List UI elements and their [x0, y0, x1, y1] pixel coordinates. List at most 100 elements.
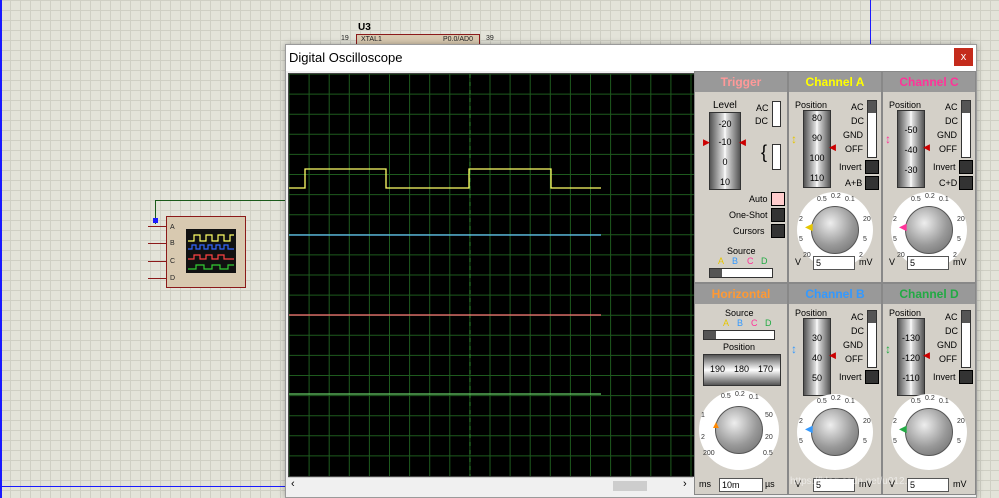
channel-a-combine-label: A+B	[845, 178, 863, 188]
scroll-right-arrow-icon[interactable]: ›	[683, 478, 687, 490]
horizontal-title: Horizontal	[695, 284, 787, 304]
channel-a-invert-button[interactable]	[865, 160, 879, 174]
channel-d-position-drum[interactable]: -130 -120 -110	[897, 318, 925, 396]
channel-d-invert-button[interactable]	[959, 370, 973, 384]
channel-b-dc-label: DC	[851, 326, 864, 336]
channel-c-combine-label: C+D	[939, 178, 958, 188]
channel-c-gnd-label: GND	[937, 130, 957, 140]
trigger-edge-switch[interactable]	[772, 144, 781, 170]
channel-b-position-drum[interactable]: 30 40 50	[803, 318, 831, 396]
oscilloscope-window[interactable]: Digital Oscilloscope x ‹ › Trigger Level…	[285, 44, 977, 498]
channel-c-value-field[interactable]: 5	[907, 256, 949, 270]
channel-c-knob-pointer-icon: ◀	[899, 222, 907, 233]
cursors-label: Cursors	[733, 226, 765, 236]
wire-to-scope	[155, 200, 285, 201]
channel-b-section: Channel B Position 30 40 50 ↕ ◀ AC DC GN…	[788, 283, 882, 495]
scope-pin-line-b	[148, 243, 166, 244]
auto-button[interactable]	[771, 192, 785, 206]
channel-b-coupling-switch[interactable]	[867, 310, 877, 368]
title-bar[interactable]: Digital Oscilloscope x	[286, 45, 976, 71]
horizontal-source-c: C	[751, 318, 758, 328]
scope-component-screen-icon	[186, 229, 236, 273]
channel-d-volts-knob[interactable]	[905, 408, 953, 456]
trigger-source-slider[interactable]	[709, 268, 773, 278]
trigger-acdc-switch[interactable]	[772, 101, 781, 127]
channel-a-position-label: Position	[795, 100, 828, 110]
channel-d-gnd-label: GND	[937, 340, 957, 350]
watermark: https://blog.csdn.net/u012...	[790, 476, 913, 487]
border-line-left	[0, 0, 2, 498]
channel-c-coupling-switch[interactable]	[961, 100, 971, 158]
scope-pin-d: D	[170, 275, 176, 282]
channel-c-invert-button[interactable]	[959, 160, 973, 174]
horizontal-position-label: Position	[723, 342, 756, 352]
channel-a-unit-v: V	[795, 257, 802, 267]
chip-pin-left-num: 19	[341, 35, 349, 42]
channel-a-value-field[interactable]: 5	[813, 256, 855, 270]
horizontal-source-slider[interactable]	[703, 330, 775, 340]
trigger-source-c: C	[747, 256, 754, 266]
channel-c-off-label: OFF	[939, 144, 957, 154]
trigger-ac-label: AC	[756, 103, 769, 113]
channel-a-unit-mv: mV	[859, 257, 873, 267]
scope-pin-line-c	[148, 261, 166, 262]
channel-d-section: Channel D Position -130 -120 -110 ↕ ◀ AC…	[882, 283, 976, 495]
scope-display[interactable]	[288, 73, 695, 477]
channel-c-title: Channel C	[883, 72, 975, 92]
one-shot-button[interactable]	[771, 208, 785, 222]
channel-d-coupling-switch[interactable]	[961, 310, 971, 368]
channel-c-ac-label: AC	[945, 102, 958, 112]
horizontal-section: Horizontal Source A B C D Position 190 1…	[694, 283, 788, 495]
scroll-left-arrow-icon[interactable]: ‹	[291, 478, 295, 490]
channel-a-volts-knob[interactable]	[811, 206, 859, 254]
channel-b-invert-button[interactable]	[865, 370, 879, 384]
horizontal-source-label: Source	[725, 308, 754, 318]
channel-c-position-label: Position	[889, 100, 922, 110]
trigger-section: Trigger Level -20 -10 0 10 ▶ ◀ AC DC { A…	[694, 71, 788, 283]
channel-c-volts-knob[interactable]	[905, 206, 953, 254]
channel-a-coupling-switch[interactable]	[867, 100, 877, 158]
trigger-source-a: A	[718, 256, 725, 266]
channel-b-updown-arrow-icon: ↕	[791, 342, 797, 356]
pin-marker	[153, 218, 158, 223]
scope-pin-c: C	[170, 258, 176, 265]
chip-ref: U3	[358, 22, 371, 33]
channel-a-combine-button[interactable]	[865, 176, 879, 190]
trigger-source-label: Source	[727, 246, 756, 256]
horizontal-position-drum[interactable]: 190 180 170	[703, 354, 781, 386]
channel-d-value-field[interactable]: 5	[907, 478, 949, 492]
channel-b-marker-icon: ◀	[829, 350, 836, 360]
channel-c-section: Channel C Position -50 -40 -30 ↕ ◀ AC DC…	[882, 71, 976, 283]
scope-pin-line-a	[148, 226, 166, 227]
scope-pin-line-d	[148, 278, 166, 279]
scrollbar-thumb[interactable]	[613, 481, 647, 491]
horizontal-source-d: D	[765, 318, 772, 328]
channel-a-position-drum[interactable]: 80 90 100 110	[803, 110, 831, 188]
channel-c-combine-button[interactable]	[959, 176, 973, 190]
channel-a-marker-icon: ◀	[829, 142, 836, 152]
horizontal-value-field[interactable]: 10m	[719, 478, 763, 492]
horizontal-unit-us: µs	[765, 479, 775, 489]
channel-c-dc-label: DC	[945, 116, 958, 126]
channel-d-unit-mv: mV	[953, 479, 967, 489]
channel-a-dc-label: DC	[851, 116, 864, 126]
cursors-button[interactable]	[771, 224, 785, 238]
channel-b-ac-label: AC	[851, 312, 864, 322]
channel-c-unit-v: V	[889, 257, 896, 267]
horizontal-scrollbar[interactable]: ‹ ›	[288, 477, 693, 494]
close-button[interactable]: x	[954, 48, 973, 66]
channel-c-invert-label: Invert	[933, 162, 956, 172]
horizontal-time-knob[interactable]	[715, 406, 763, 454]
control-panel: Trigger Level -20 -10 0 10 ▶ ◀ AC DC { A…	[694, 71, 976, 495]
border-line-bottom	[0, 486, 290, 487]
channel-c-position-drum[interactable]: -50 -40 -30	[897, 110, 925, 188]
channel-d-knob-pointer-icon: ◀	[899, 424, 907, 435]
horizontal-source-a: A	[723, 318, 730, 328]
channel-b-volts-knob[interactable]	[811, 408, 859, 456]
channel-d-position-label: Position	[889, 308, 922, 318]
channel-d-marker-icon: ◀	[923, 350, 930, 360]
channel-a-section: Channel A Position 80 90 100 110 ↕ ◀ AC …	[788, 71, 882, 283]
channel-d-ac-label: AC	[945, 312, 958, 322]
trace-channel-a	[289, 168, 601, 189]
level-drum[interactable]: -20 -10 0 10	[709, 112, 741, 190]
